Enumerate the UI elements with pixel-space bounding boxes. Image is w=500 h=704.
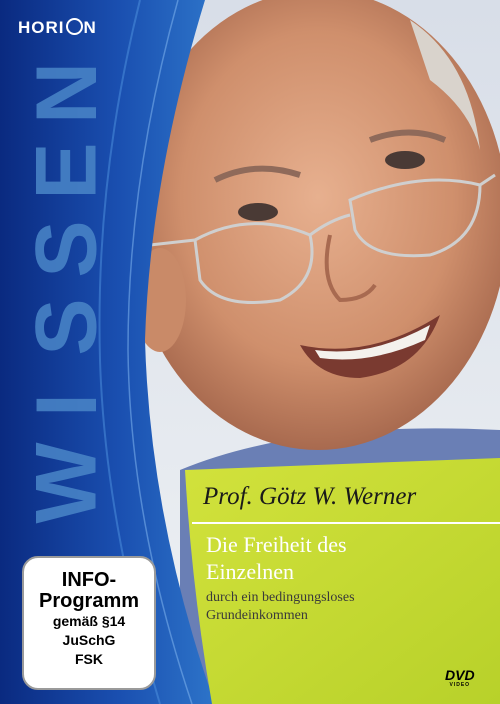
series-letter: S — [19, 220, 115, 278]
series-letter: S — [19, 298, 115, 356]
title-line: Einzelnen — [206, 559, 294, 584]
logo-text-end: N — [83, 18, 97, 37]
rating-line: FSK — [75, 651, 103, 667]
divider-line — [192, 522, 500, 524]
dvd-sublabel: VIDEO — [449, 682, 471, 688]
series-letter: N — [18, 61, 115, 125]
logo-text-start: HORI — [18, 18, 65, 37]
title-line: Die Freiheit des — [206, 532, 347, 557]
subtitle-line: durch ein bedingungsloses — [206, 590, 355, 605]
fsk-rating-badge: INFO- Programm gemäß §14 JuSchG FSK — [22, 556, 156, 690]
author-name: Prof. Götz W. Werner — [203, 483, 417, 510]
subtitle-line: Grundeinkommen — [206, 608, 308, 623]
subtitle: durch ein bedingungsloses Grundeinkommen — [206, 589, 496, 625]
logo-ring-icon — [65, 18, 83, 35]
rating-line: Programm — [38, 590, 140, 612]
dvd-label: DVD — [445, 667, 475, 683]
rating-line: INFO- — [61, 569, 117, 591]
series-letter: E — [19, 142, 115, 200]
rating-line: JuSchG — [62, 632, 116, 648]
series-title-wissen: N E S S I W — [18, 54, 115, 524]
series-letter: I — [19, 393, 115, 417]
title: Die Freiheit des Einzelnen — [206, 531, 496, 585]
rating-line: gemäß §14 — [52, 613, 126, 629]
series-letter: W — [18, 442, 115, 524]
dvd-video-logo: DVD VIDEO — [445, 668, 475, 689]
horizon-logo: HORI N — [18, 18, 97, 38]
dvd-cover: HORI N N E S S I W Prof. Götz W. Werner D… — [0, 0, 500, 704]
